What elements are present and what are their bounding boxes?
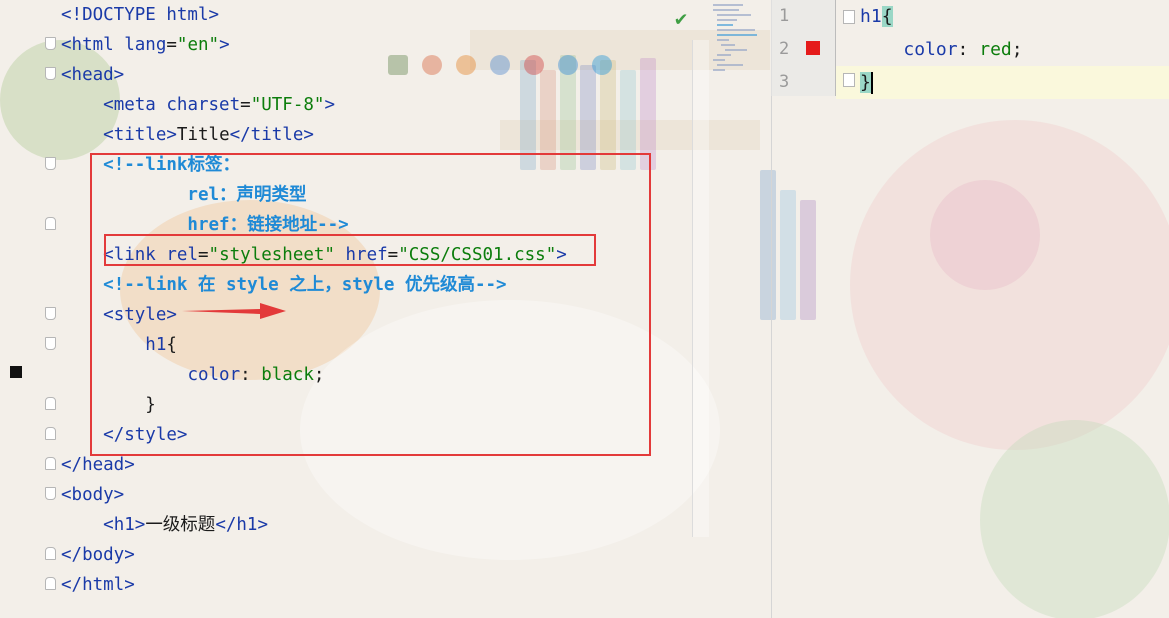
code-token: Title [176,125,230,145]
code-token: </body> [61,545,135,565]
code-token: "UTF-8" [250,95,325,115]
fold-icon[interactable] [45,547,56,560]
code-token: </html> [61,575,135,595]
fold-icon[interactable] [45,427,56,440]
annotation-box-link [104,234,596,266]
code-line[interactable]: <h1>一级标题</h1> [61,510,268,540]
code-line[interactable]: <title>Title</title> [61,120,314,150]
fold-icon[interactable] [843,10,855,24]
firefox-icon[interactable] [456,55,476,75]
line-number: 2 [779,39,790,59]
annotation-box-outer [90,153,651,456]
code-token: </title> [229,125,314,145]
code-token: </head> [61,455,135,475]
code-token: = [166,35,177,55]
matched-brace: } [860,72,871,93]
fold-icon[interactable] [45,67,56,80]
code-line[interactable]: } [860,66,873,99]
code-line[interactable]: <html lang="en"> [61,30,230,60]
safari-icon[interactable] [490,55,510,75]
code-token: > [324,95,335,115]
code-token: > [219,35,230,55]
opera-icon[interactable] [524,55,544,75]
fold-icon[interactable] [45,487,56,500]
fold-icon[interactable] [45,337,56,350]
browser-preview-icons [388,55,612,77]
code-line[interactable]: <head> [61,60,124,90]
code-token: h1 [860,6,882,27]
check-icon: ✔ [675,6,688,30]
line-number: 3 [779,72,790,92]
fold-icon[interactable] [45,37,56,50]
code-line[interactable]: </body> [61,540,135,570]
code-line[interactable]: <!DOCTYPE html> [61,0,219,30]
code-token: "en" [176,35,220,55]
code-line[interactable]: <body> [61,480,124,510]
chrome-icon[interactable] [422,55,442,75]
color-preview-swatch[interactable] [806,41,820,55]
matched-brace: { [881,6,893,27]
fold-icon[interactable] [45,217,56,230]
code-minimap[interactable] [711,0,771,80]
code-token: ; [1011,39,1023,60]
code-token: color [903,39,958,60]
code-line[interactable]: </html> [61,570,135,600]
text-caret [870,72,873,94]
code-token: <title> [103,125,177,145]
code-token: <meta [103,95,167,115]
fold-icon[interactable] [45,157,56,170]
fold-icon[interactable] [843,73,855,87]
arrow-annotation-icon [182,303,286,319]
ie-icon[interactable] [558,55,578,75]
code-line[interactable]: <meta charset="UTF-8"> [61,90,335,120]
code-token: <html [61,35,125,55]
code-token: charset [166,95,241,115]
code-token: <!DOCTYPE html> [61,5,220,25]
code-token: <h1> [103,515,146,535]
fold-icon[interactable] [45,577,56,590]
current-line-highlight [836,66,1169,99]
edge-icon[interactable] [592,55,612,75]
code-token: lang [124,35,167,55]
breakpoint-marker[interactable] [10,366,22,378]
fold-icon[interactable] [45,457,56,470]
code-token: : [957,39,980,60]
vertical-scrollbar[interactable] [692,40,709,537]
pycharm-icon[interactable] [388,55,408,75]
html-editor-pane[interactable]: ✔ <!DOCTYPE html> <html lang="en"> <head> … [0,0,757,618]
code-token: = [240,95,251,115]
code-token: </h1> [215,515,268,535]
code-token: 一级标题 [145,515,216,535]
code-line[interactable]: h1{ [860,0,893,33]
code-token: <head> [61,65,125,85]
fold-icon[interactable] [45,307,56,320]
code-token: <body> [61,485,125,505]
code-line[interactable]: color: red; [860,33,1023,66]
line-number: 1 [779,6,790,26]
fold-icon[interactable] [45,397,56,410]
code-token: red [979,39,1012,60]
